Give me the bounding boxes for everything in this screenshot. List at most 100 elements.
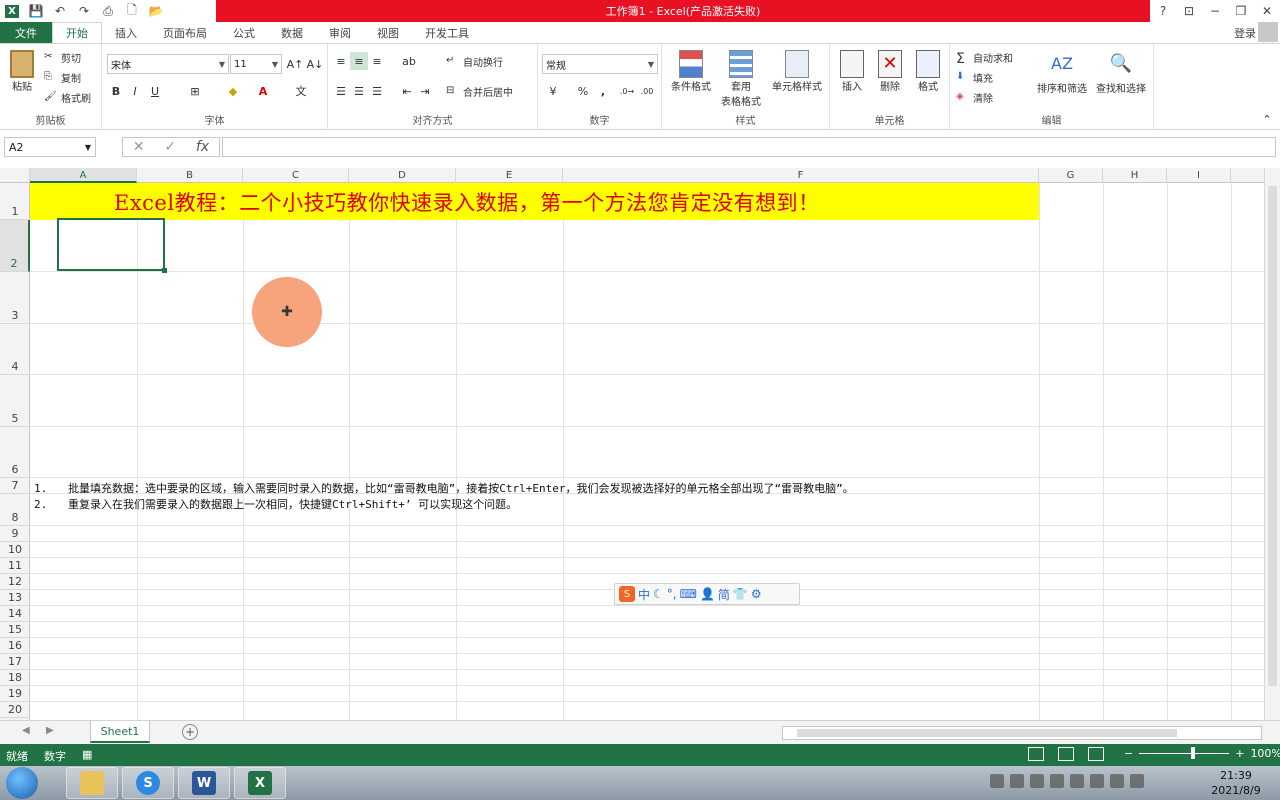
normal-view-icon[interactable] xyxy=(1028,747,1044,761)
align-middle-icon[interactable]: ≡ xyxy=(350,52,368,70)
row-header[interactable]: 8 xyxy=(0,494,30,526)
merge-center-button[interactable]: ⊟ 合并后居中 xyxy=(446,84,513,100)
tab-data[interactable]: 数据 xyxy=(268,22,316,43)
row-header[interactable]: 9 xyxy=(0,526,30,542)
column-header-i[interactable]: I xyxy=(1167,168,1231,183)
row-header[interactable]: 4 xyxy=(0,324,30,375)
ime-simplified-mode[interactable]: 简 xyxy=(718,586,730,603)
select-all-corner[interactable] xyxy=(0,168,30,183)
row-header[interactable]: 1 xyxy=(0,183,30,220)
border-icon[interactable]: ⊞ xyxy=(186,82,204,100)
column-header-c[interactable]: C xyxy=(243,168,349,183)
currency-icon[interactable]: ¥ xyxy=(544,82,562,100)
tab-home[interactable]: 开始 xyxy=(52,22,102,43)
column-header-d[interactable]: D xyxy=(349,168,456,183)
font-size-combo[interactable]: 11 ▼ xyxy=(230,54,282,74)
print-preview-icon[interactable]: ⎙ xyxy=(96,0,120,22)
row-header[interactable]: 12 xyxy=(0,574,30,590)
italic-button[interactable]: I xyxy=(126,82,144,100)
moon-icon[interactable]: ☾ xyxy=(653,587,664,601)
ime-tray-icon[interactable] xyxy=(990,774,1004,788)
new-file-icon[interactable]: 🗋 xyxy=(120,0,144,22)
title-banner-cell[interactable]: Excel教程：二个小技巧教你快速录入数据，第一个方法您肯定没有想到！ xyxy=(30,183,1039,220)
align-top-icon[interactable]: ≡ xyxy=(332,52,350,70)
vertical-scrollbar[interactable] xyxy=(1264,168,1280,720)
wrap-text-button[interactable]: ↵ 自动换行 xyxy=(446,54,503,70)
column-header-b[interactable]: B xyxy=(137,168,243,183)
name-box[interactable]: A2 ▼ xyxy=(4,137,96,157)
action-center-icon[interactable] xyxy=(1050,774,1064,788)
row-header[interactable]: 18 xyxy=(0,670,30,686)
page-layout-view-icon[interactable] xyxy=(1058,747,1074,761)
delete-cells-button[interactable]: ✕ 删除 xyxy=(874,50,906,93)
gear-icon[interactable]: ⚙ xyxy=(751,587,762,601)
grow-font-icon[interactable]: A↑ xyxy=(286,55,304,73)
format-as-table-button[interactable]: 套用 表格格式 xyxy=(716,50,766,108)
enter-icon[interactable]: ✓ xyxy=(164,139,176,155)
save-icon[interactable]: 💾 xyxy=(24,0,48,22)
network-tray-icon[interactable] xyxy=(1030,774,1044,788)
row-header[interactable]: 6 xyxy=(0,427,30,478)
selected-cell[interactable] xyxy=(57,218,167,273)
macro-record-icon[interactable]: ▦ xyxy=(82,748,92,761)
align-right-icon[interactable]: ☰ xyxy=(368,82,386,100)
increase-decimal-icon[interactable]: .0→ xyxy=(618,82,636,100)
zoom-slider-knob[interactable] xyxy=(1191,747,1196,759)
tab-view[interactable]: 视图 xyxy=(364,22,412,43)
close-button[interactable]: ✕ xyxy=(1254,0,1280,22)
number-format-combo[interactable]: 常规 ▼ xyxy=(542,54,658,74)
shirt-icon[interactable]: 👕 xyxy=(733,587,748,601)
display-icon[interactable] xyxy=(1110,774,1124,788)
fill-handle[interactable] xyxy=(162,268,167,273)
restore-button[interactable]: ❐ xyxy=(1228,0,1254,22)
tab-formulas[interactable]: 公式 xyxy=(220,22,268,43)
tab-page-layout[interactable]: 页面布局 xyxy=(150,22,220,43)
row-header[interactable]: 19 xyxy=(0,686,30,702)
taskbar-sogou[interactable]: S xyxy=(122,767,174,799)
scroll-thumb[interactable] xyxy=(797,729,1177,737)
volume-icon[interactable] xyxy=(1070,774,1084,788)
zoom-level[interactable]: 100% xyxy=(1250,747,1280,760)
tab-insert[interactable]: 插入 xyxy=(102,22,150,43)
tab-file[interactable]: 文件 xyxy=(0,22,52,43)
underline-button[interactable]: U xyxy=(146,82,164,100)
paste-button[interactable]: 粘贴 xyxy=(6,50,38,93)
prev-sheet-icon[interactable]: ◀ xyxy=(22,725,30,736)
row-header[interactable]: 10 xyxy=(0,542,30,558)
add-sheet-button[interactable]: + xyxy=(182,724,198,740)
ime-toolbar[interactable]: S 中 ☾ °, ⌨ 👤 简 👕 ⚙ xyxy=(614,583,800,605)
fill-color-icon[interactable]: ◆ xyxy=(224,82,242,100)
copy-button[interactable]: ⎘ 复制 xyxy=(44,70,81,86)
find-select-button[interactable]: 🔍 查找和选择 xyxy=(1092,50,1150,95)
scroll-thumb[interactable] xyxy=(1268,186,1277,686)
login-link[interactable]: 登录 xyxy=(1234,25,1256,41)
insert-cells-button[interactable]: 插入 xyxy=(836,50,868,93)
column-header-h[interactable]: H xyxy=(1103,168,1167,183)
ime-chinese-mode[interactable]: 中 xyxy=(638,586,650,603)
column-header-a[interactable]: A xyxy=(30,168,137,183)
zoom-slider[interactable] xyxy=(1139,747,1230,759)
help-tray-icon[interactable] xyxy=(1010,774,1024,788)
tab-review[interactable]: 审阅 xyxy=(316,22,364,43)
conditional-format-button[interactable]: 条件格式 xyxy=(666,50,716,93)
row-header[interactable]: 14 xyxy=(0,606,30,622)
format-painter-button[interactable]: 🖌 格式刷 xyxy=(44,90,91,106)
formula-input[interactable] xyxy=(222,137,1276,157)
redo-icon[interactable]: ↷ xyxy=(72,0,96,22)
minimize-button[interactable]: − xyxy=(1202,0,1228,22)
align-bottom-icon[interactable]: ≡ xyxy=(368,52,386,70)
align-center-icon[interactable]: ☰ xyxy=(350,82,368,100)
taskbar-word[interactable]: W xyxy=(178,767,230,799)
page-break-view-icon[interactable] xyxy=(1088,747,1104,761)
bold-button[interactable]: B xyxy=(107,82,125,100)
row-header[interactable]: 3 xyxy=(0,272,30,324)
cell-styles-button[interactable]: 单元格样式 xyxy=(768,50,826,93)
worksheet-grid[interactable]: A B C D E F G H I 1 2 3 4 5 6 7 8 9 10 1… xyxy=(0,168,1280,720)
decrease-decimal-icon[interactable]: .00 xyxy=(638,82,656,100)
font-color-icon[interactable]: A xyxy=(254,82,272,100)
align-left-icon[interactable]: ☰ xyxy=(332,82,350,100)
increase-indent-icon[interactable]: ⇥ xyxy=(416,82,434,100)
row-header[interactable]: 2 xyxy=(0,220,30,272)
power-icon[interactable] xyxy=(1090,774,1104,788)
user-icon[interactable]: 👤 xyxy=(700,587,715,601)
